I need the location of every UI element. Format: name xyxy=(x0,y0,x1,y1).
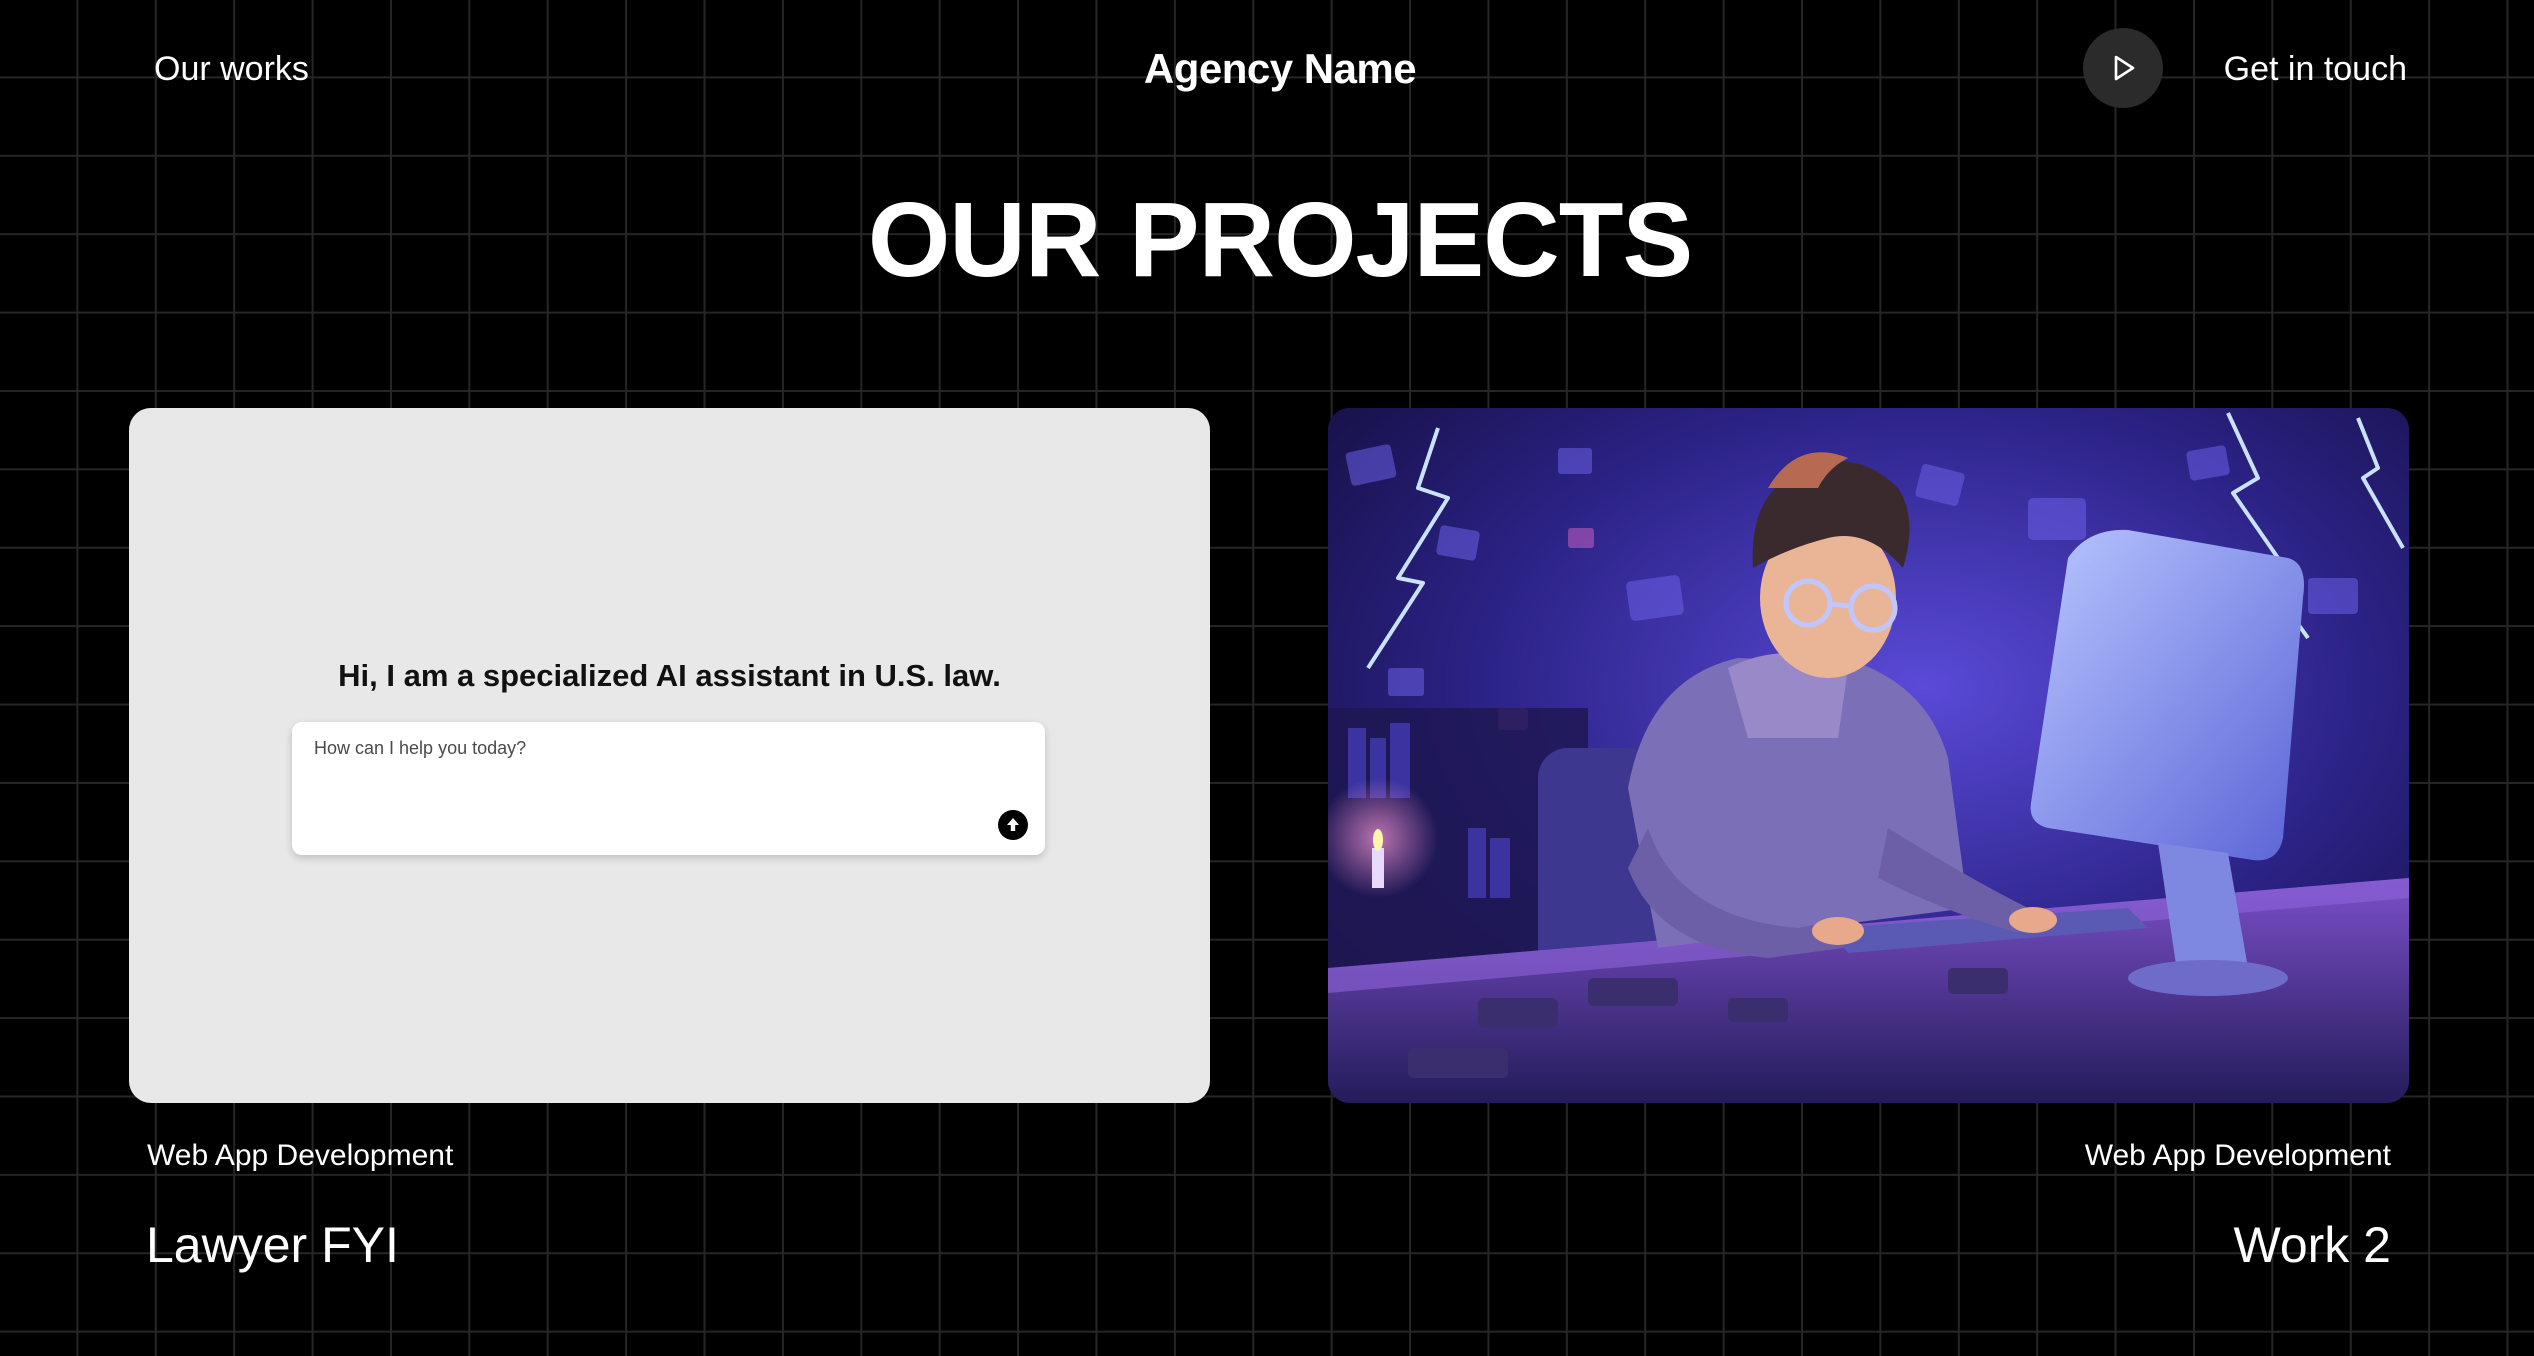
chat-input-placeholder[interactable]: How can I help you today? xyxy=(314,738,526,759)
project-category: Web App Development xyxy=(2084,1139,2391,1172)
chat-input-box[interactable]: How can I help you today? xyxy=(292,722,1045,855)
arrow-up-icon xyxy=(1007,818,1019,831)
send-button[interactable] xyxy=(998,810,1028,840)
page-heading: OUR PROJECTS xyxy=(867,181,1693,299)
project-category: Web App Development xyxy=(147,1139,454,1172)
chat-preview-title: Hi, I am a specialized AI assistant in U… xyxy=(338,658,1001,693)
play-icon xyxy=(2114,55,2135,81)
get-in-touch-link[interactable]: Get in touch xyxy=(2224,46,2407,92)
project-name-link[interactable]: Lawyer FYI xyxy=(146,1215,399,1275)
project-name-link[interactable]: Work 2 xyxy=(2234,1215,2391,1275)
play-button[interactable] xyxy=(2083,28,2163,108)
project-card-lawyer-fyi[interactable]: Hi, I am a specialized AI assistant in U… xyxy=(129,408,1210,1103)
project-illustration-image xyxy=(1328,408,2409,1103)
project-card-work-2[interactable] xyxy=(1328,408,2409,1103)
